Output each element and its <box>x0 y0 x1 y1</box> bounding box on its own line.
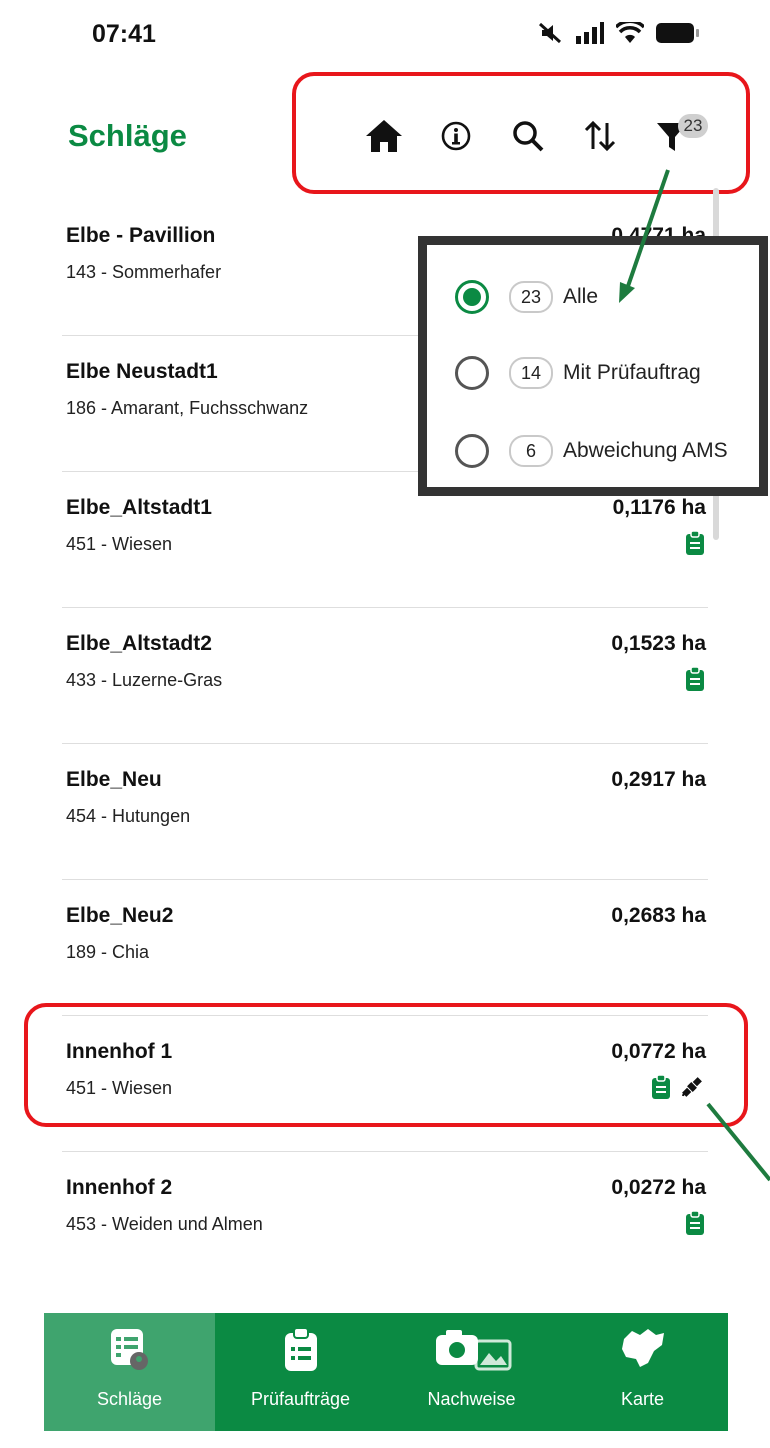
field-area: 0,1523 ha <box>611 632 706 655</box>
field-name: Elbe_Altstadt2 <box>66 632 212 655</box>
filter-button[interactable]: 23 <box>646 108 708 164</box>
status-time: 07:41 <box>92 20 156 48</box>
field-crop: 451 - Wiesen <box>66 1078 173 1098</box>
filter-count-pill: 23 <box>509 281 553 313</box>
signal-icon <box>576 22 604 44</box>
filter-option-alle[interactable]: 23 Alle <box>455 267 598 327</box>
field-name: Elbe_Neu <box>66 768 162 791</box>
field-list-icon <box>110 1329 148 1370</box>
status-icons <box>538 22 700 44</box>
field-area: 0,0772 ha <box>611 1040 706 1063</box>
tab-label: Prüfaufträge <box>250 1389 351 1409</box>
field-crop: 454 - Hutungen <box>66 806 191 826</box>
radio-unselected[interactable] <box>455 356 489 390</box>
list-item[interactable]: Elbe_Neu 454 - Hutungen 0,2917 ha <box>62 744 708 880</box>
filter-menu: 23 Alle 14 Mit Prüfauftrag 6 Abweichung … <box>418 236 768 496</box>
field-crop: 453 - Weiden und Almen <box>66 1214 263 1234</box>
tab-pruefauftraege[interactable]: Prüfaufträge <box>215 1313 386 1431</box>
filter-option-label: Alle <box>563 285 599 308</box>
list-item[interactable]: Elbe_Neu2 189 - Chia 0,2683 ha <box>62 880 708 1016</box>
info-icon <box>441 121 471 151</box>
field-name: Innenhof 1 <box>66 1040 173 1063</box>
filter-option-label: Abweichung AMS <box>563 439 728 462</box>
list-item[interactable]: Elbe_Altstadt2 433 - Luzerne-Gras 0,1523… <box>62 608 708 744</box>
clipboard-icon <box>652 1075 670 1099</box>
sort-button[interactable] <box>574 108 626 164</box>
field-area: 0,1176 ha <box>612 496 706 519</box>
field-crop: 189 - Chia <box>66 942 150 962</box>
list-item[interactable]: Innenhof 1 451 - Wiesen 0,0772 ha <box>62 1016 708 1152</box>
field-name: Innenhof 2 <box>66 1176 173 1199</box>
tab-label: Karte <box>620 1389 665 1409</box>
tab-nachweise[interactable]: Nachweise <box>386 1313 557 1431</box>
tab-label: Schläge <box>96 1389 163 1409</box>
filter-count-pill: 6 <box>509 435 553 467</box>
info-button[interactable] <box>430 108 482 164</box>
field-name: Elbe_Altstadt1 <box>66 496 212 519</box>
wifi-icon <box>616 22 644 43</box>
clipboard-icon <box>686 531 704 555</box>
search-button[interactable] <box>502 108 554 164</box>
filter-option-label: Mit Prüfauftrag <box>563 361 701 384</box>
list-item[interactable]: Innenhof 2 453 - Weiden und Almen 0,0272… <box>62 1152 708 1287</box>
mute-icon <box>538 22 562 44</box>
field-area: 0,0272 ha <box>611 1176 706 1199</box>
clipboard-icon <box>686 667 704 691</box>
home-button[interactable] <box>358 108 410 164</box>
annotation-arrow-row <box>706 1102 770 1182</box>
filter-option-pruefauftrag[interactable]: 14 Mit Prüfauftrag <box>455 343 701 403</box>
camera-gallery-icon <box>435 1330 511 1371</box>
search-icon <box>513 121 544 152</box>
toolbar: 23 <box>358 108 728 164</box>
field-name: Elbe - Pavillion <box>66 224 216 247</box>
clipboard-icon <box>686 1211 704 1235</box>
battery-icon <box>656 23 699 43</box>
sort-icon <box>584 120 616 152</box>
field-crop: 143 - Sommerhafer <box>66 262 222 282</box>
field-area: 0,2917 ha <box>611 768 706 791</box>
home-icon <box>366 120 402 152</box>
field-crop: 186 - Amarant, Fuchsschwanz <box>66 398 309 418</box>
filter-count-badge: 23 <box>678 114 708 138</box>
radio-selected[interactable] <box>455 280 489 314</box>
field-crop: 451 - Wiesen <box>66 534 173 554</box>
page-title: Schläge <box>68 118 187 153</box>
radio-unselected[interactable] <box>455 434 489 468</box>
filter-count-pill: 14 <box>509 357 553 389</box>
map-icon <box>621 1329 664 1367</box>
filter-option-abweichung[interactable]: 6 Abweichung AMS <box>455 421 728 481</box>
field-crop: 433 - Luzerne-Gras <box>66 670 223 690</box>
tab-karte[interactable]: Karte <box>557 1313 728 1431</box>
tab-label: Nachweise <box>427 1389 516 1409</box>
bottom-nav: Schläge Prüfaufträge Nachweise Karte <box>44 1313 728 1431</box>
field-name: Elbe_Neu2 <box>66 904 174 927</box>
satellite-icon <box>682 1077 702 1097</box>
tab-schlaege[interactable]: Schläge <box>44 1313 215 1431</box>
field-area: 0,2683 ha <box>611 904 706 927</box>
clipboard-list-icon <box>284 1327 317 1371</box>
field-name: Elbe Neustadt1 <box>66 360 218 383</box>
